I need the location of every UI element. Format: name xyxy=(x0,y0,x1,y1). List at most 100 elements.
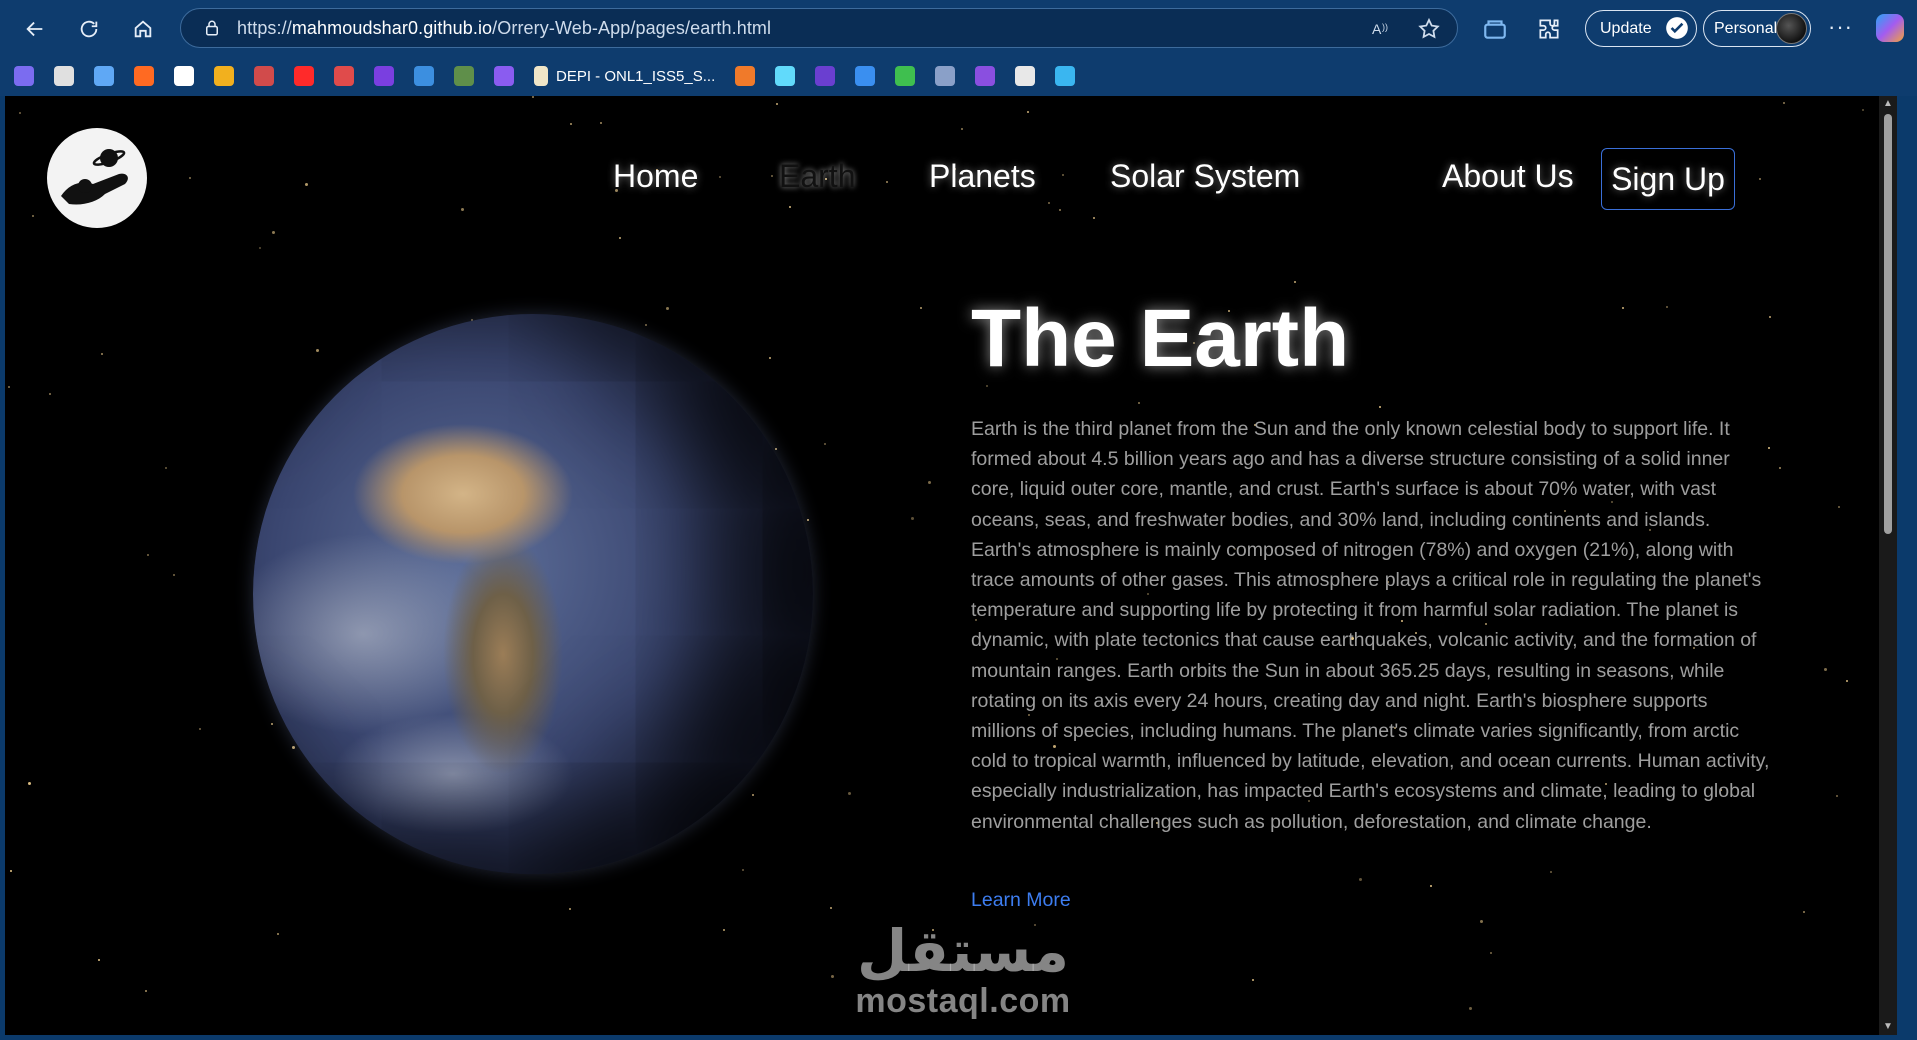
star xyxy=(32,215,34,217)
e-icon[interactable] xyxy=(414,66,434,86)
copilot-icon[interactable] xyxy=(1876,14,1904,42)
tailwind-icon[interactable] xyxy=(1055,66,1076,86)
disc-icon[interactable] xyxy=(334,66,354,86)
star xyxy=(147,554,149,556)
url-path: /Orrery-Web-App/pages/earth.html xyxy=(492,17,772,38)
star xyxy=(1093,217,1095,219)
chart-icon[interactable] xyxy=(214,66,234,86)
home-button[interactable] xyxy=(126,12,160,46)
nav-about-us[interactable]: About Us xyxy=(1442,158,1574,195)
nav-planets[interactable]: Planets xyxy=(929,158,1036,195)
star xyxy=(1779,467,1781,469)
star xyxy=(886,181,888,183)
star xyxy=(824,443,826,445)
star xyxy=(199,728,201,730)
site-logo[interactable] xyxy=(47,128,147,228)
star xyxy=(1490,952,1492,954)
star xyxy=(569,908,571,910)
github-icon[interactable] xyxy=(174,66,194,86)
star xyxy=(831,975,834,978)
svg-text:)): )) xyxy=(1382,22,1388,32)
star xyxy=(272,231,275,234)
seal-icon[interactable] xyxy=(454,66,474,86)
learn-more-link[interactable]: Learn More xyxy=(971,889,1071,912)
soundcloud-icon[interactable] xyxy=(134,66,154,86)
openai-icon[interactable] xyxy=(54,66,74,86)
page-title: The Earth xyxy=(971,293,1350,384)
star xyxy=(1059,209,1061,211)
bookmark-depi-label[interactable]: DEPI - ONL1_ISS5_S... xyxy=(556,68,715,85)
watermark-latin: mostaql.com xyxy=(855,982,1071,1020)
grid-icon[interactable] xyxy=(494,66,514,86)
star xyxy=(173,574,175,576)
bolt-icon[interactable] xyxy=(735,66,756,86)
star xyxy=(776,103,778,105)
star xyxy=(1048,202,1050,204)
image-icon[interactable] xyxy=(935,66,956,86)
star xyxy=(1252,979,1254,981)
star xyxy=(8,386,10,388)
cloud-icon[interactable] xyxy=(254,66,274,86)
star xyxy=(1846,680,1848,682)
document-bookmark-icon[interactable] xyxy=(534,66,548,86)
star xyxy=(1430,885,1432,887)
star xyxy=(1359,878,1362,881)
star xyxy=(1862,109,1864,111)
copilot-bookmark-icon[interactable] xyxy=(14,66,34,86)
address-bar[interactable]: https://mahmoudshar0.github.io/Orrery-We… xyxy=(180,8,1458,48)
star xyxy=(1480,920,1483,923)
bookmarks-bar: DEPI - ONL1_ISS5_S... xyxy=(0,58,1917,94)
lightning-icon[interactable] xyxy=(815,66,836,86)
nav-home[interactable]: Home xyxy=(613,158,698,195)
wave-icon[interactable] xyxy=(855,66,876,86)
update-button[interactable]: Update xyxy=(1585,10,1697,47)
refresh-button[interactable] xyxy=(72,12,106,46)
watermark-arabic: مستقل xyxy=(856,917,1070,985)
card-icon[interactable] xyxy=(1015,66,1036,86)
star xyxy=(771,175,773,177)
star xyxy=(10,870,12,872)
back-button[interactable] xyxy=(18,12,52,46)
favorite-star-icon[interactable] xyxy=(1417,17,1441,41)
svg-text:A: A xyxy=(1372,21,1382,37)
nav-solar-system[interactable]: Solar System xyxy=(1110,158,1300,195)
youtube-icon[interactable] xyxy=(294,66,314,86)
star xyxy=(189,177,191,179)
more-menu-button[interactable]: ··· xyxy=(1828,14,1853,40)
star xyxy=(259,247,261,249)
star xyxy=(532,96,534,98)
star xyxy=(928,481,931,484)
scroll-thumb[interactable] xyxy=(1884,114,1892,534)
page-scrollbar[interactable]: ▲ ▼ xyxy=(1879,96,1897,1035)
shield-icon[interactable] xyxy=(975,66,996,86)
scroll-up-icon[interactable]: ▲ xyxy=(1882,99,1894,109)
nav-earth[interactable]: Earth xyxy=(779,158,855,195)
star xyxy=(1622,307,1624,309)
url-prefix: https:// xyxy=(237,17,292,38)
star xyxy=(461,208,464,211)
profile-label: Personal xyxy=(1714,19,1778,37)
star xyxy=(719,176,721,178)
star xyxy=(600,122,602,124)
profile-button[interactable]: Personal xyxy=(1703,10,1811,47)
star xyxy=(723,929,725,931)
star xyxy=(1783,102,1785,104)
extensions-icon[interactable] xyxy=(1536,16,1562,42)
star xyxy=(101,353,103,355)
update-status-icon xyxy=(1666,17,1688,39)
star xyxy=(49,393,51,395)
react-icon[interactable] xyxy=(775,66,796,86)
bootstrap-icon[interactable] xyxy=(374,66,394,86)
read-aloud-icon[interactable]: A)) xyxy=(1369,17,1393,41)
star xyxy=(1759,178,1761,180)
url-text: https://mahmoudshar0.github.io/Orrery-We… xyxy=(237,18,771,39)
star xyxy=(1824,668,1827,671)
star xyxy=(1769,316,1771,318)
gemini-icon[interactable] xyxy=(94,66,114,86)
scroll-down-icon[interactable]: ▼ xyxy=(1882,1022,1894,1032)
collections-icon[interactable] xyxy=(1482,16,1508,42)
star xyxy=(145,990,147,992)
hexagon-icon[interactable] xyxy=(895,66,916,86)
sign-up-button[interactable]: Sign Up xyxy=(1601,148,1735,210)
star xyxy=(789,206,791,208)
